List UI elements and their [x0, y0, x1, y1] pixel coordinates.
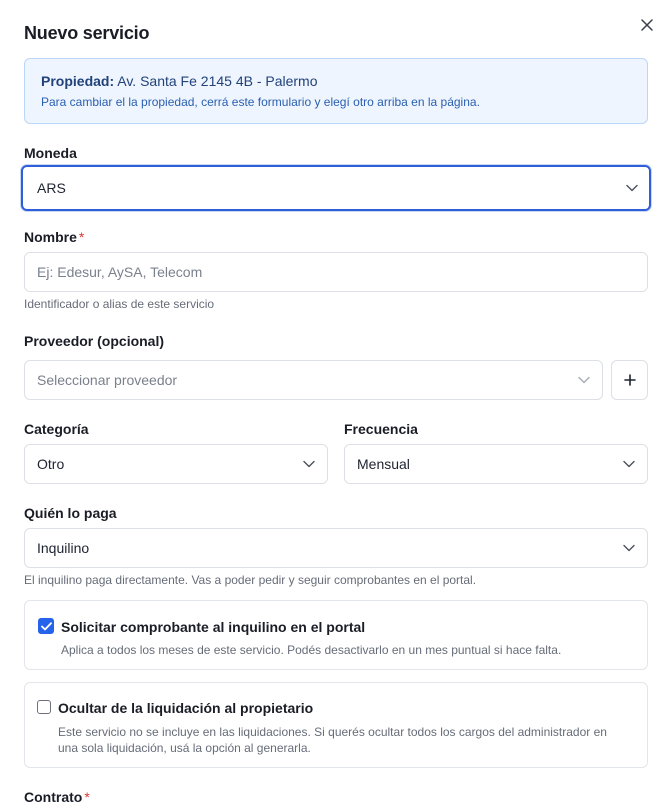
new-service-modal: Nuevo servicio Propiedad: Av. Santa Fe 2… [0, 0, 672, 810]
modal-title: Nuevo servicio [24, 23, 150, 43]
nombre-help: Identificador o alias de este servicio [24, 297, 215, 311]
nombre-input[interactable]: Ej: Edesur, AySA, Telecom [24, 252, 648, 292]
ocultar-liquidacion-checkbox[interactable] [37, 700, 51, 714]
chevron-down-icon [578, 374, 590, 386]
frecuencia-select[interactable]: Mensual [344, 444, 648, 484]
contrato-label-text: Contrato [24, 789, 83, 805]
ocultar-liquidacion-desc: Este servicio no se incluye en las liqui… [58, 725, 607, 755]
add-proveedor-button[interactable] [611, 360, 648, 400]
chevron-down-icon [623, 458, 635, 470]
categoria-select[interactable]: Otro [24, 444, 328, 484]
required-marker: * [78, 229, 85, 245]
close-button[interactable] [636, 14, 658, 36]
moneda-value: ARS [37, 180, 66, 196]
moneda-select[interactable]: ARS [21, 165, 651, 211]
categoria-value: Otro [37, 456, 65, 472]
solicitar-comprobante-desc: Aplica a todos los meses de este servici… [61, 643, 562, 657]
chevron-down-icon [623, 542, 635, 554]
chevron-down-icon [303, 458, 315, 470]
ocultar-liquidacion-card: Ocultar de la liquidación al propietario… [24, 682, 648, 768]
proveedor-placeholder: Seleccionar proveedor [37, 372, 178, 388]
property-line: Propiedad: Av. Santa Fe 2145 4B - Palerm… [41, 73, 631, 89]
property-label: Propiedad: [41, 73, 115, 89]
contrato-label: Contrato * [24, 789, 90, 805]
moneda-label: Moneda [24, 145, 77, 161]
frecuencia-label: Frecuencia [344, 421, 418, 437]
quien-paga-select[interactable]: Inquilino [24, 528, 648, 568]
quien-paga-help: El inquilino paga directamente. Vas a po… [24, 573, 477, 587]
solicitar-comprobante-checkbox[interactable] [38, 618, 54, 634]
nombre-placeholder: Ej: Edesur, AySA, Telecom [37, 264, 203, 280]
ocultar-liquidacion-title[interactable]: Ocultar de la liquidación al propietario [58, 700, 313, 716]
nombre-label-text: Nombre [24, 229, 77, 245]
plus-icon [623, 374, 636, 386]
chevron-down-icon [626, 182, 638, 194]
categoria-label: Categoría [24, 421, 89, 437]
frecuencia-value: Mensual [357, 456, 410, 472]
proveedor-select[interactable]: Seleccionar proveedor [24, 360, 603, 400]
required-marker: * [84, 789, 90, 805]
property-hint: Para cambiar el la propiedad, cerrá este… [41, 95, 480, 109]
proveedor-label: Proveedor (opcional) [24, 333, 165, 349]
solicitar-comprobante-card: Solicitar comprobante al inquilino en el… [24, 600, 648, 670]
property-value: Av. Santa Fe 2145 4B - Palermo [117, 73, 318, 89]
close-icon [641, 19, 653, 31]
quien-paga-value: Inquilino [37, 540, 90, 556]
check-icon [40, 621, 52, 630]
quien-paga-label: Quién lo paga [24, 505, 117, 521]
property-info-box: Propiedad: Av. Santa Fe 2145 4B - Palerm… [24, 58, 648, 124]
solicitar-comprobante-title[interactable]: Solicitar comprobante al inquilino en el… [61, 619, 365, 635]
nombre-label: Nombre * [24, 229, 84, 245]
